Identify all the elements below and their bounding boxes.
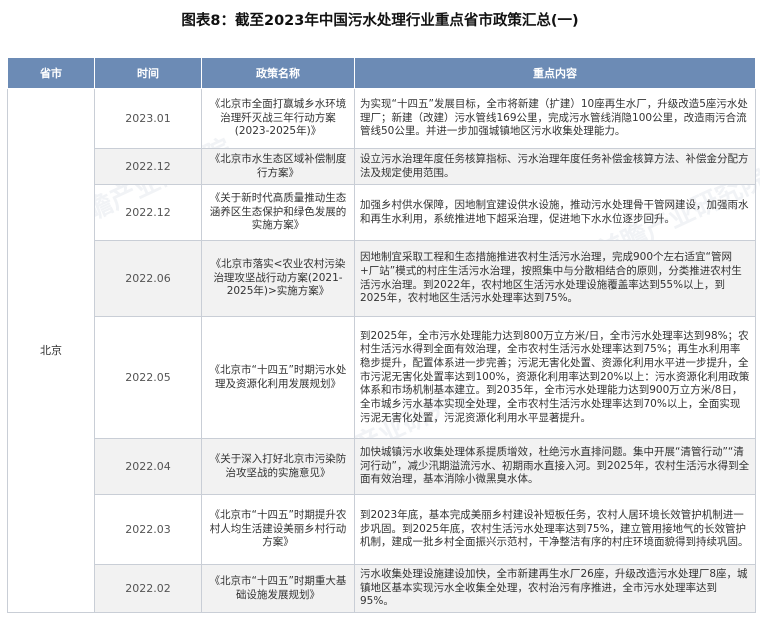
policy-name-cell: 《北京市“十四五”时期重大基础设施发展规划》 — [201, 564, 355, 613]
table-row: 2022.12 《关于新时代高质量推动生态涵养区生态保护和绿色发展的实施方案》 … — [8, 184, 756, 241]
table-row: 北京 2023.01 《北京市全面打赢城乡水环境治理歼灭战三年行动方案(2023… — [7, 88, 756, 613]
header-date: 时间 — [94, 57, 202, 89]
content-cell: 到2025年，全市污水处理能力达到800万立方米/日，全市污水处理率达到98%；… — [354, 316, 756, 439]
content-cell: 设立污水治理年度任务核算指标、污水治理年度任务补偿金核算方法、补偿金分配方法及规… — [354, 148, 756, 185]
policy-name-cell: 《北京市“十四五”时期提升农村人均生活建设美丽乡村行动方案》 — [201, 494, 355, 565]
date-cell: 2022.12 — [94, 184, 202, 241]
date-cell: 2022.05 — [94, 316, 202, 439]
policy-name-cell: 《北京市水生态区域补偿制度行方案》 — [201, 148, 355, 185]
content-cell: 污水收集处理设施建设加快，全市新建再生水厂26座，升级改造污水处理厂8座，城镇地… — [354, 564, 756, 613]
table-row: 2022.12 《北京市水生态区域补偿制度行方案》 设立污水治理年度任务核算指标… — [8, 148, 756, 185]
content-cell: 加强乡村供水保障，因地制宜建设供水设施，推动污水处理骨干管网建设，加强雨水和再生… — [354, 184, 756, 241]
page-title: 图表8：截至2023年中国污水处理行业重点省市政策汇总(一) — [181, 13, 579, 29]
table-row: 2022.04 《关于深入打好北京市污染防治攻坚战的实施意见》 加快城镇污水收集… — [8, 438, 756, 495]
content-cell: 为实现“十四五”发展目标，全市将新建（扩建）10座再生水厂，升级改造5座污水处理… — [354, 88, 756, 149]
policy-name-cell: 《北京市落实<农业农村污染治理攻坚战行动方案(2021-2025年)>实施方案》 — [201, 240, 355, 317]
date-cell: 2022.04 — [94, 438, 202, 495]
policy-name-cell: 《关于深入打好北京市污染防治攻坚战的实施意见》 — [201, 438, 355, 495]
header-province: 省市 — [7, 57, 95, 89]
header-policy-name: 政策名称 — [201, 57, 355, 89]
table-row: 2022.03 《北京市“十四五”时期提升农村人均生活建设美丽乡村行动方案》 到… — [8, 494, 756, 565]
table-row: 2022.02 《北京市“十四五”时期重大基础设施发展规划》 污水收集处理设施建… — [8, 564, 756, 613]
table-header-row: 省市 时间 政策名称 重点内容 — [7, 57, 756, 89]
content-cell: 加快城镇污水收集处理体系提质增效，杜绝污水直排问题。集中开展“清管行动”“清河行… — [354, 438, 756, 495]
header-key-content: 重点内容 — [354, 57, 756, 89]
policy-table: 省市 时间 政策名称 重点内容 北京 2023.01 《北京市全面打赢城乡水环境… — [7, 57, 756, 613]
content-cell: 到2023年底，基本完成美丽乡村建设补短板任务，农村人居环境长效管护机制进一步巩… — [354, 494, 756, 565]
date-cell: 2023.01 — [94, 88, 202, 149]
policy-name-cell: 《北京市全面打赢城乡水环境治理歼灭战三年行动方案(2023-2025年)》 — [201, 88, 355, 149]
date-cell: 2022.06 — [94, 240, 202, 317]
date-cell: 2022.12 — [94, 148, 202, 185]
policy-name-cell: 《关于新时代高质量推动生态涵养区生态保护和绿色发展的实施方案》 — [201, 184, 355, 241]
policy-name-cell: 《北京市“十四五”时期污水处理及资源化利用发展规划》 — [201, 316, 355, 439]
content-cell: 因地制宜采取工程和生态措施推进农村生活污水治理，完成900个左右适宜“管网+厂站… — [354, 240, 756, 317]
date-cell: 2022.02 — [94, 564, 202, 613]
table-row: 2022.05 《北京市“十四五”时期污水处理及资源化利用发展规划》 到2025… — [8, 316, 756, 439]
table-row: 2022.06 《北京市落实<农业农村污染治理攻坚战行动方案(2021-2025… — [8, 240, 756, 317]
date-cell: 2022.03 — [94, 494, 202, 565]
province-cell: 北京 — [7, 88, 95, 613]
